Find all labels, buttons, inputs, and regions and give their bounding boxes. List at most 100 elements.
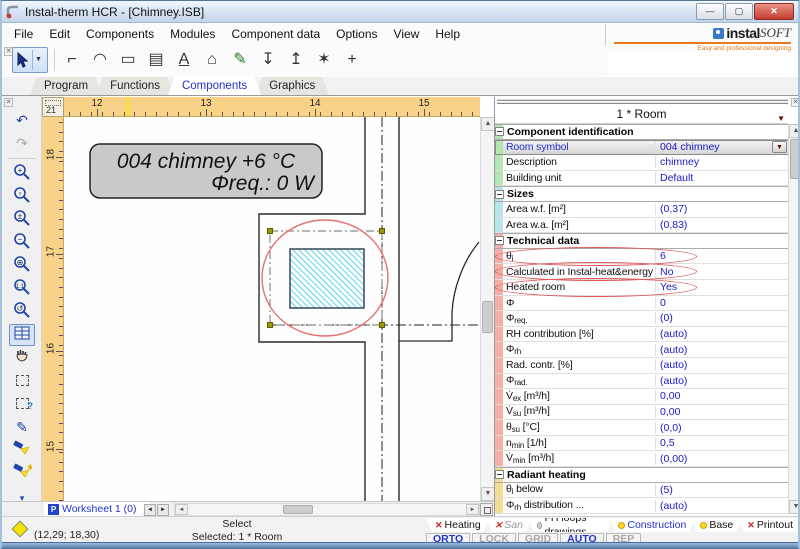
property-row-calculated-in-instal-heat-energy[interactable]: Calculated in Instal-heat&energyNo — [495, 264, 789, 280]
layer-tab-base[interactable]: Base — [691, 518, 742, 532]
property-row-nmin-1-h[interactable]: nmin [1/h]0,5 — [495, 436, 789, 452]
panel-scroll-down-icon[interactable]: ▼ — [789, 500, 800, 514]
collapse-icon[interactable] — [495, 236, 504, 245]
pan-hand[interactable] — [9, 347, 35, 369]
property-row-rh-distribution[interactable]: Φrh distribution ...(auto) — [495, 498, 789, 514]
property-row-room-symbol[interactable]: Room symbol004 chimney▼ — [495, 140, 789, 156]
layer-tab-fh-loops-drawings[interactable]: FH loops drawings — [528, 518, 613, 532]
east-wall-curve[interactable] — [399, 242, 479, 341]
section-sizes[interactable]: Sizes — [495, 186, 789, 202]
collapse-icon[interactable] — [495, 190, 504, 199]
property-row-i-below[interactable]: θi below(5) — [495, 483, 789, 499]
property-row-area-w-f-m[interactable]: Area w.f. [m²](0,37) — [495, 202, 789, 218]
layer-tab-printout[interactable]: ✕Printout — [738, 518, 800, 532]
panel-scrollbar[interactable]: ▲ ▼ — [788, 124, 800, 514]
maximize-button-icon[interactable]: ▢ — [725, 3, 753, 20]
property-value[interactable]: (0,0) — [655, 422, 789, 434]
collapse-icon[interactable] — [495, 470, 504, 479]
property-row-su-c[interactable]: θsu [°C](0,0) — [495, 420, 789, 436]
property-row-req[interactable]: Φreq.(0) — [495, 311, 789, 327]
property-row-rh[interactable]: Φrh(auto) — [495, 342, 789, 358]
property-value[interactable]: (0,37) — [655, 203, 789, 215]
axis-cross-tool[interactable]: + — [338, 47, 366, 73]
edit-drawing-tool[interactable]: ✎ — [226, 47, 254, 73]
property-value[interactable]: (auto) — [655, 359, 789, 371]
property-row-rad[interactable]: Φrad.(auto) — [495, 374, 789, 390]
property-row-rh-contribution[interactable]: RH contribution [%](auto) — [495, 327, 789, 343]
select-arrow-tool[interactable]: ▼ — [12, 47, 48, 73]
section-component-identification[interactable]: Component identification — [495, 124, 789, 140]
menu-item-options[interactable]: Options — [328, 24, 385, 44]
property-row-rad-contr[interactable]: Rad. contr. [%](auto) — [495, 358, 789, 374]
menu-item-modules[interactable]: Modules — [162, 24, 223, 44]
zoom-extents[interactable]: ⊕ — [9, 255, 35, 277]
property-value[interactable]: 004 chimney — [655, 141, 789, 153]
worksheet-prev-icon[interactable]: ◄ — [144, 504, 156, 516]
panel-scroll-up-icon[interactable]: ▲ — [789, 124, 800, 138]
property-row-v-min-m-h[interactable]: V̇min [m³/h](0,00) — [495, 451, 789, 467]
scroll-down-icon[interactable]: ▼ — [481, 487, 495, 501]
property-row-building-unit[interactable]: Building unitDefault — [495, 171, 789, 187]
section-radiant-heating[interactable]: Radiant heating — [495, 467, 789, 483]
panel-header[interactable]: 1 * Room ▼ — [495, 105, 788, 124]
minimize-button-icon[interactable]: — — [696, 3, 724, 20]
zoom-area[interactable]: ▫ — [9, 186, 35, 208]
property-value[interactable]: (auto) — [655, 344, 789, 356]
property-value[interactable]: No — [655, 266, 789, 278]
property-row-area-w-a-m[interactable]: Area w.a. [m²](0,83) — [495, 218, 789, 234]
menu-item-components[interactable]: Components — [78, 24, 162, 44]
property-value[interactable]: Yes — [655, 281, 789, 293]
scroll-left-icon[interactable]: ◄ — [175, 504, 188, 515]
zoom-previous[interactable]: ↺ — [9, 301, 35, 323]
property-value[interactable]: Default — [655, 172, 789, 184]
canvas-vscroll-thumb[interactable] — [482, 301, 493, 333]
panel-close-icon[interactable]: ✕ — [791, 98, 800, 107]
property-value[interactable]: 0,00 — [655, 406, 789, 418]
property-value[interactable]: chimney — [655, 156, 789, 168]
property-row-heated-room[interactable]: Heated roomYes — [495, 280, 789, 296]
redo[interactable]: ↷ — [9, 132, 35, 154]
worksheet-next-icon[interactable]: ► — [157, 504, 169, 516]
layer-tab-san[interactable]: ✕San — [486, 518, 532, 532]
property-value[interactable]: (0,00) — [655, 453, 789, 465]
property-row-[interactable]: Φ0 — [495, 296, 789, 312]
select-area[interactable] — [9, 370, 35, 392]
property-value[interactable]: (auto) — [655, 375, 789, 387]
north-arrow-tool[interactable]: ✶ — [310, 47, 338, 73]
menu-item-component-data[interactable]: Component data — [223, 24, 328, 44]
menu-item-file[interactable]: File — [6, 24, 41, 44]
panel-scroll-thumb[interactable] — [790, 139, 800, 179]
scroll-right-icon[interactable]: ► — [466, 504, 479, 515]
scrollbar-corner-button[interactable] — [480, 503, 493, 516]
property-row-description[interactable]: Descriptionchimney — [495, 155, 789, 171]
tab-program[interactable]: Program — [30, 77, 102, 95]
panel-drag-handle[interactable] — [497, 99, 788, 104]
select-query[interactable]: ? — [9, 393, 35, 415]
property-value[interactable]: (5) — [655, 484, 789, 496]
property-value[interactable]: 6 — [655, 250, 789, 262]
close-button-icon[interactable]: ✕ — [754, 3, 794, 20]
title-bar[interactable]: Instal-therm HCR - [Chimney.ISB] — ▢ ✕ — [2, 1, 798, 23]
zoom-scale[interactable]: 1:1 — [9, 278, 35, 300]
canvas-vertical-scrollbar[interactable]: ▲ ▼ — [480, 117, 494, 501]
ceiling-level-tool[interactable]: ↥ — [282, 47, 310, 73]
layer-tab-heating[interactable]: ✕Heating — [426, 518, 490, 532]
layer-tab-construction[interactable]: Construction — [609, 518, 695, 532]
property-value[interactable]: 0,5 — [655, 437, 789, 449]
zoom-in-out[interactable]: ± — [9, 209, 35, 231]
zoom-in[interactable]: + — [9, 163, 35, 185]
arc-pipe-tool[interactable]: ◠ — [86, 47, 114, 73]
collapse-icon[interactable] — [495, 127, 504, 136]
highlight-effects[interactable]: ✱ — [9, 462, 35, 484]
chevron-down-icon[interactable]: ▼ — [32, 50, 42, 70]
selection-handle[interactable] — [380, 323, 385, 328]
property-value[interactable]: (0,83) — [655, 219, 789, 231]
text-along-line-tool[interactable]: A — [170, 47, 198, 73]
selection-handle[interactable] — [268, 323, 273, 328]
properties-table[interactable] — [9, 324, 35, 346]
undo[interactable]: ↶ — [9, 109, 35, 131]
insulation-tool[interactable]: ▤ — [142, 47, 170, 73]
zoom-out[interactable]: − — [9, 232, 35, 254]
property-row-i[interactable]: θi6 — [495, 249, 789, 265]
section-technical-data[interactable]: Technical data — [495, 233, 789, 249]
